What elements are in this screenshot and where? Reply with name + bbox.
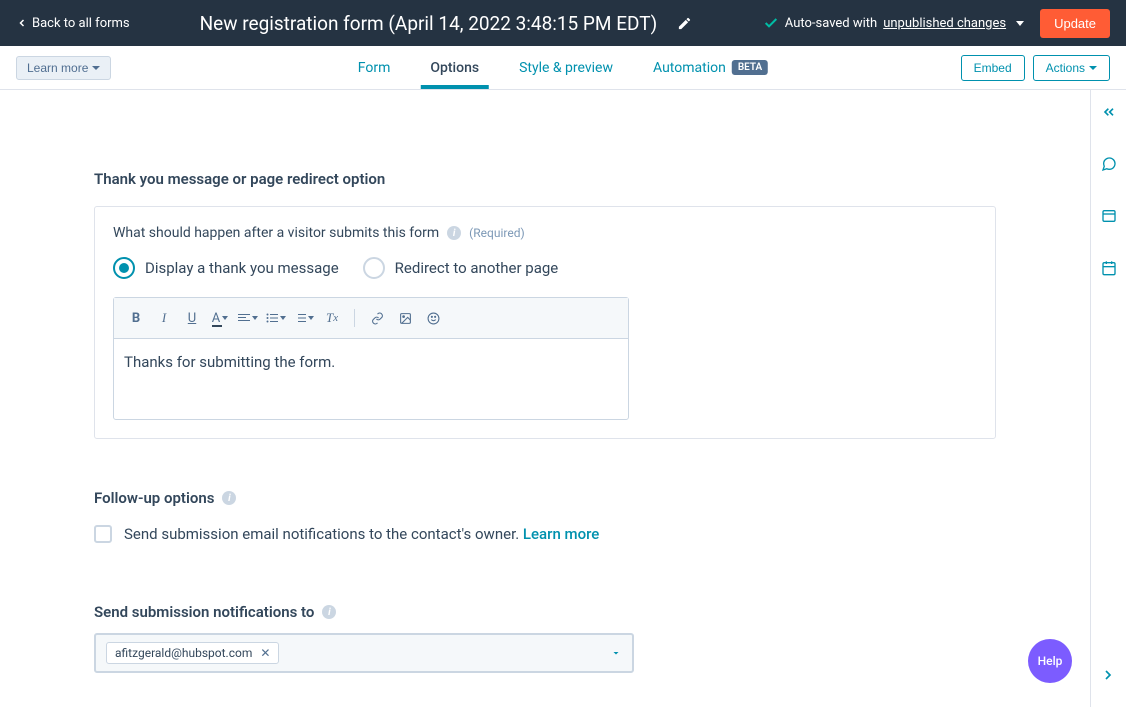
clear-format-icon[interactable]: Tx (320, 306, 344, 330)
caret-down-icon[interactable] (610, 647, 622, 659)
ordered-list-icon[interactable] (292, 306, 316, 330)
image-icon[interactable] (393, 306, 417, 330)
tab-form[interactable]: Form (358, 46, 391, 89)
tab-automation-label: Automation (653, 60, 726, 76)
learn-more-button[interactable]: Learn more (16, 56, 111, 80)
beta-badge: BETA (732, 60, 768, 75)
radio-redirect-label: Redirect to another page (395, 259, 559, 277)
check-icon (763, 15, 779, 31)
sub-bar: Learn more Form Options Style & preview … (0, 46, 1126, 90)
info-icon[interactable]: i (447, 226, 461, 240)
tab-style[interactable]: Style & preview (519, 46, 613, 89)
radio-icon (363, 257, 385, 279)
radio-redirect[interactable]: Redirect to another page (363, 257, 559, 279)
separator (354, 309, 355, 327)
checkbox-icon[interactable] (94, 525, 112, 543)
text-color-icon[interactable]: A (208, 306, 232, 330)
align-icon[interactable] (236, 306, 260, 330)
tab-options[interactable]: Options (430, 46, 479, 89)
followup-section: Follow-up options i Send submission emai… (94, 489, 996, 543)
radio-group: Display a thank you message Redirect to … (113, 257, 977, 279)
window-icon[interactable] (1099, 206, 1119, 226)
email-chip: afitzgerald@hubspot.com ✕ (106, 642, 279, 664)
update-button[interactable]: Update (1040, 9, 1110, 38)
main-area: Thank you message or page redirect optio… (0, 90, 1126, 707)
unordered-list-icon[interactable] (264, 306, 288, 330)
tabs: Form Options Style & preview Automation … (358, 46, 768, 89)
tab-automation[interactable]: Automation BETA (653, 46, 768, 89)
rich-text-editor: B I U A Tx Thanks for submitting the for… (113, 297, 629, 420)
submit-question-label: What should happen after a visitor submi… (113, 225, 977, 241)
info-icon[interactable]: i (322, 605, 336, 619)
expand-arrow-icon[interactable] (1100, 667, 1116, 683)
followup-checkbox-row[interactable]: Send submission email notifications to t… (94, 525, 996, 543)
link-icon[interactable] (365, 306, 389, 330)
calendar-icon[interactable] (1099, 258, 1119, 278)
back-label: Back to all forms (32, 16, 130, 31)
content: Thank you message or page redirect optio… (0, 90, 1090, 707)
caret-down-icon (92, 66, 100, 70)
followup-checkbox-label: Send submission email notifications to t… (124, 525, 599, 543)
learn-more-link[interactable]: Learn more (523, 525, 599, 543)
actions-label: Actions (1046, 61, 1085, 75)
close-icon[interactable]: ✕ (260, 646, 270, 660)
notif-title-text: Send submission notifications to (94, 603, 314, 621)
submit-question-text: What should happen after a visitor submi… (113, 225, 439, 241)
followup-title: Follow-up options i (94, 489, 996, 507)
thank-you-section-title: Thank you message or page redirect optio… (94, 170, 996, 188)
help-button[interactable]: Help (1028, 639, 1072, 683)
top-bar: Back to all forms New registration form … (0, 0, 1126, 46)
autosave-status[interactable]: Auto-saved with unpublished changes (763, 15, 1024, 31)
required-label: (Required) (469, 226, 524, 240)
email-chip-label: afitzgerald@hubspot.com (115, 646, 252, 660)
autosave-prefix: Auto-saved with (785, 16, 877, 31)
collapse-icon[interactable] (1099, 102, 1119, 122)
italic-icon[interactable]: I (152, 306, 176, 330)
caret-down-icon (1016, 21, 1024, 26)
actions-button[interactable]: Actions (1033, 55, 1110, 81)
autosave-link: unpublished changes (883, 16, 1006, 31)
email-select[interactable]: afitzgerald@hubspot.com ✕ (94, 633, 634, 673)
info-icon[interactable]: i (222, 491, 236, 505)
bold-icon[interactable]: B (124, 306, 148, 330)
notifications-section: Send submission notifications to i afitz… (94, 603, 996, 673)
emoji-icon[interactable] (421, 306, 445, 330)
editor-body[interactable]: Thanks for submitting the form. (114, 339, 628, 419)
caret-down-icon (1089, 66, 1097, 70)
right-sidebar (1090, 90, 1126, 707)
learn-more-label: Learn more (27, 61, 88, 75)
radio-thankyou-label: Display a thank you message (145, 259, 339, 277)
editor-toolbar: B I U A Tx (114, 298, 628, 339)
thank-you-card: What should happen after a visitor submi… (94, 206, 996, 439)
notif-title: Send submission notifications to i (94, 603, 996, 621)
radio-icon (113, 257, 135, 279)
back-link[interactable]: Back to all forms (16, 16, 130, 31)
embed-button[interactable]: Embed (961, 55, 1025, 81)
chevron-left-icon (16, 17, 28, 29)
edit-icon[interactable] (677, 16, 692, 31)
radio-thankyou[interactable]: Display a thank you message (113, 257, 339, 279)
page-title: New registration form (April 14, 2022 3:… (200, 12, 658, 35)
right-actions: Embed Actions (961, 55, 1110, 81)
underline-icon[interactable]: U (180, 306, 204, 330)
followup-title-text: Follow-up options (94, 489, 214, 507)
chat-icon[interactable] (1099, 154, 1119, 174)
